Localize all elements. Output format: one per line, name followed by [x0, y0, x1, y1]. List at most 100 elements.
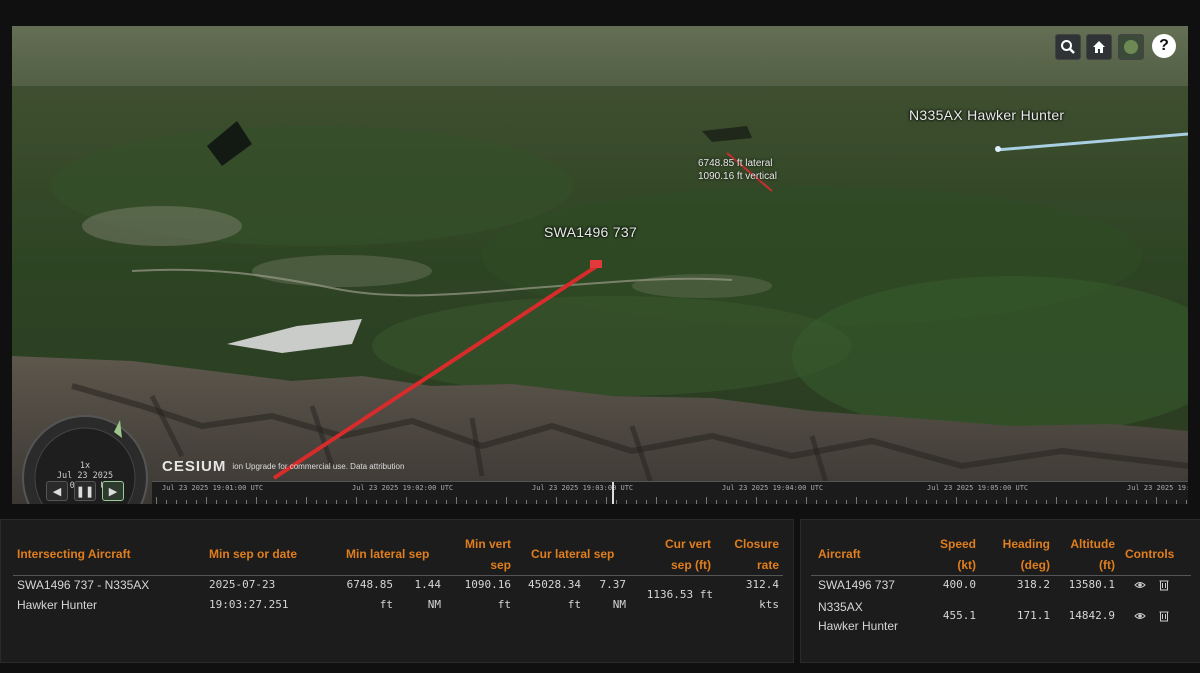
aircraft-panel: Aircraft Speed (kt) Heading (deg) Altitude…	[800, 519, 1200, 663]
timeline-tick	[446, 500, 447, 504]
home-button[interactable]	[1086, 34, 1112, 60]
timeline-tick	[426, 500, 427, 504]
header-intersecting-aircraft: Intersecting Aircraft	[17, 547, 131, 561]
min-lateral-nm-unit: NM	[427, 598, 441, 611]
timeline-tick	[996, 500, 997, 504]
globe-icon	[1124, 40, 1138, 54]
timeline-tick	[356, 497, 357, 504]
min-vert-sep-unit: ft	[497, 598, 511, 611]
timeline-tick	[1106, 497, 1107, 504]
timeline-tick	[366, 500, 367, 504]
timeline-tick	[376, 500, 377, 504]
timeline-tick	[586, 500, 587, 504]
base-layer-picker-button[interactable]	[1118, 34, 1144, 60]
timeline-tick	[726, 500, 727, 504]
timeline-tick	[986, 500, 987, 504]
aircraft-heading: 171.1	[1016, 609, 1050, 622]
timeline-tick	[806, 497, 807, 504]
timeline-tick	[956, 497, 957, 504]
min-lateral-ft: 6748.85	[346, 578, 393, 591]
timeline-tick	[256, 497, 257, 504]
timeline-tick	[546, 500, 547, 504]
timeline-tick	[416, 500, 417, 504]
timeline-tick	[1156, 497, 1157, 504]
pause-button[interactable]: ❚❚	[74, 481, 96, 501]
timeline-tick	[916, 500, 917, 504]
timeline-tick	[636, 500, 637, 504]
min-vert-sep: 1090.16	[464, 578, 511, 591]
trash-icon[interactable]	[1158, 610, 1170, 622]
timeline-tick	[1176, 500, 1177, 504]
timeline-tick	[696, 500, 697, 504]
aircraft-altitude: 13580.1	[1068, 578, 1115, 591]
timeline-tick	[246, 500, 247, 504]
timeline-tick	[1146, 500, 1147, 504]
help-button[interactable]: ?	[1152, 34, 1176, 58]
header-cur-vert-sep: Cur vert sep (ft)	[664, 537, 711, 572]
timeline-tick	[626, 500, 627, 504]
aircraft-name: N335AX	[818, 600, 863, 614]
credit-text[interactable]: ion Upgrade for commercial use. Data att…	[232, 462, 404, 471]
timeline-tick	[156, 497, 157, 504]
aircraft-speed: 455.1	[942, 609, 976, 622]
cesium-logo: CESIUM	[162, 458, 227, 475]
timeline-tick	[336, 500, 337, 504]
timeline-tick-label: Jul 23 2025 19:01:00 UTC	[162, 484, 264, 492]
play-button[interactable]: ▶	[102, 481, 124, 501]
timeline-tick	[606, 497, 607, 504]
timeline-tick	[346, 500, 347, 504]
timeline-tick-label: Jul 23 2025 19:04:00 UTC	[722, 484, 824, 492]
timeline-tick	[406, 497, 407, 504]
min-sep-time: 19:03:27.251	[209, 598, 289, 611]
timeline-tick	[1166, 500, 1167, 504]
timeline-tick	[1036, 500, 1037, 504]
timeline-tick	[1116, 500, 1117, 504]
header-aircraft: Aircraft	[818, 547, 861, 561]
timeline-tick-label: Jul 23 2025 19:03:00 UTC	[532, 484, 634, 492]
min-sep-date: 2025-07-23	[209, 578, 276, 591]
header-heading: Heading (deg)	[1002, 537, 1050, 572]
timeline-tick	[1086, 500, 1087, 504]
eye-icon[interactable]	[1134, 610, 1146, 622]
timeline-tick	[266, 500, 267, 504]
timeline-tick	[476, 500, 477, 504]
timeline-tick	[716, 500, 717, 504]
eye-icon[interactable]	[1134, 579, 1146, 591]
timeline[interactable]: Jul 23 2025 19:01:00 UTC Jul 23 2025 19:…	[152, 481, 1188, 504]
terrain-map[interactable]	[12, 26, 1188, 504]
intersection-panel: Intersecting Aircraft Min sep or date Mi…	[0, 519, 794, 663]
timeline-needle[interactable]	[612, 482, 614, 504]
timeline-tick	[206, 497, 207, 504]
animation-date: Jul 23 2025	[56, 471, 114, 481]
timeline-tick	[846, 500, 847, 504]
timeline-tick	[576, 500, 577, 504]
trash-icon[interactable]	[1158, 579, 1170, 591]
search-button[interactable]	[1055, 34, 1081, 60]
timeline-tick	[306, 497, 307, 504]
timeline-tick	[1126, 500, 1127, 504]
header-cur-lateral-sep: Cur lateral sep	[531, 547, 615, 561]
timeline-tick	[936, 500, 937, 504]
cur-lateral-nm-unit: NM	[612, 598, 626, 611]
timeline-tick	[596, 500, 597, 504]
cesium-credit: CESIUM ion Upgrade for commercial use. D…	[162, 458, 404, 475]
timeline-tick	[196, 500, 197, 504]
timeline-tick	[326, 500, 327, 504]
timeline-tick	[1056, 497, 1057, 504]
reverse-button[interactable]: ◀	[46, 481, 68, 501]
timeline-tick	[766, 500, 767, 504]
timeline-tick	[656, 497, 657, 504]
timeline-tick	[836, 500, 837, 504]
timeline-tick	[886, 500, 887, 504]
timeline-tick	[236, 500, 237, 504]
cesium-viewer[interactable]: N335AX Hawker Hunter SWA1496 737 6748.85…	[12, 26, 1188, 504]
aircraft-label-n335ax: N335AX Hawker Hunter	[909, 107, 1065, 123]
header-altitude: Altitude (ft)	[1070, 537, 1115, 572]
header-min-lateral-sep: Min lateral sep	[346, 547, 430, 561]
timeline-tick	[1066, 500, 1067, 504]
timeline-tick	[906, 497, 907, 504]
timeline-tick	[676, 500, 677, 504]
timeline-tick	[516, 500, 517, 504]
timeline-tick	[706, 497, 707, 504]
timeline-tick	[896, 500, 897, 504]
